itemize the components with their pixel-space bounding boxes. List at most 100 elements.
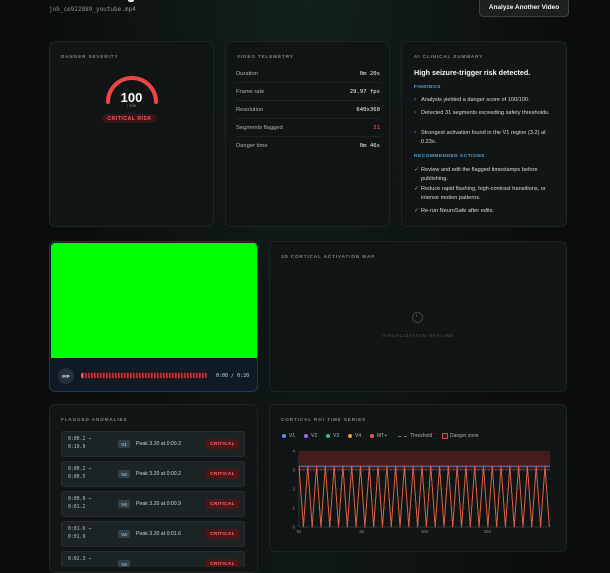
play-pause-button[interactable]: P/P xyxy=(58,368,74,384)
findings-heading: FINDINGS xyxy=(414,85,441,90)
telemetry-row-frame-rate: Frame rate 29.97 fps xyxy=(236,82,380,101)
timeline-danger-tick xyxy=(106,373,108,378)
timeline-danger-tick xyxy=(184,373,186,378)
timeline-danger-tick xyxy=(91,373,93,378)
anomaly-row[interactable]: 0:00.2 → 0:19.9 V1 Peak 3.20 at 0:00.2 C… xyxy=(61,431,245,457)
danger-severity-card: DANGER SEVERITY 100 / 100 CRITICAL RISK xyxy=(49,41,214,227)
offline-icon xyxy=(412,312,423,323)
timeline-danger-tick xyxy=(118,373,120,378)
y-tick-label: 1 xyxy=(292,506,295,511)
timeline-danger-tick xyxy=(130,373,132,378)
critical-badge: CRITICAL xyxy=(206,499,239,509)
timeline-danger-tick xyxy=(199,373,201,378)
x-tick-label: 0s xyxy=(297,529,302,534)
anomaly-roi-tag: V4 xyxy=(118,500,130,508)
timeline-danger-tick xyxy=(112,373,114,378)
check-icon: ✓ xyxy=(414,186,420,192)
roi-time-series-label: CORTICAL ROI TIME SERIES xyxy=(281,417,367,422)
timeline-danger-tick xyxy=(151,373,153,378)
legend-swatch xyxy=(398,436,407,437)
x-tick-label: 5s xyxy=(359,529,364,534)
anomaly-row[interactable]: 0:00.2 → 0:00.5 V4 Peak 3.20 at 0:00.2 C… xyxy=(61,461,245,487)
anomaly-roi-tag: V4 xyxy=(118,470,130,478)
anomaly-row[interactable]: 0:02.3 → V4 CRITICAL xyxy=(61,551,245,567)
timeline-scrubber[interactable] xyxy=(81,372,208,379)
telemetry-row-duration: Duration 0m 20s xyxy=(236,64,380,83)
video-frame[interactable] xyxy=(51,243,257,358)
critical-badge: CRITICAL xyxy=(206,529,239,539)
ai-summary-label: AI CLINICAL SUMMARY xyxy=(414,54,484,59)
legend-swatch xyxy=(326,434,330,438)
telemetry-row-danger-time: Danger time 0m 46s xyxy=(236,136,380,154)
anomaly-list[interactable]: 0:00.2 → 0:19.9 V1 Peak 3.20 at 0:00.2 C… xyxy=(61,431,247,567)
anomaly-row[interactable]: 0:00.9 → 0:01.2 V4 Peak 3.20 at 0:00.9 C… xyxy=(61,491,245,517)
check-icon: ✓ xyxy=(414,208,420,214)
legend-swatch xyxy=(304,434,308,438)
timeline-danger-tick xyxy=(85,373,87,378)
timeline-danger-tick xyxy=(124,373,126,378)
chevron-right-icon: › xyxy=(414,97,416,103)
video-telemetry-card: VIDEO TELEMETRY Duration 0m 20s Frame ra… xyxy=(225,41,390,227)
severity-max: / 100 xyxy=(127,103,136,108)
anomaly-peak: Peak 3.20 at 0:00.2 xyxy=(136,441,181,447)
telemetry-key: Danger time xyxy=(236,143,268,149)
timeline-danger-tick xyxy=(127,373,129,378)
x-tick-label: 10s xyxy=(421,529,429,534)
critical-risk-badge: CRITICAL RISK xyxy=(102,114,157,123)
telemetry-value: 0m 20s xyxy=(359,71,380,77)
cortical-activation-map-card: 3D CORTICAL ACTIVATION MAP VISUALIZATION… xyxy=(269,241,567,392)
telemetry-key: Segments flagged xyxy=(236,125,283,131)
anomaly-time-range: 0:00.2 → 0:00.5 xyxy=(68,467,92,480)
telemetry-key: Frame rate xyxy=(236,89,265,95)
timeline-danger-tick xyxy=(145,373,147,378)
timeline-danger-tick xyxy=(88,373,90,378)
telemetry-value: 0m 46s xyxy=(359,143,380,149)
flagged-anomalies-card: FLAGGED ANOMALIES 0:00.2 → 0:19.9 V1 Pea… xyxy=(49,404,258,573)
recommended-actions-heading: RECOMMENDED ACTIONS xyxy=(414,154,485,159)
timeline-danger-tick xyxy=(190,373,192,378)
y-tick-label: 4 xyxy=(292,449,295,454)
telemetry-value: 29.97 fps xyxy=(349,89,380,95)
timeline-danger-tick xyxy=(172,373,174,378)
visualization-offline-status: VISUALIZATION OFFLINE xyxy=(382,333,454,338)
timeline-danger-tick xyxy=(193,373,195,378)
cortical-roi-time-series-card: CORTICAL ROI TIME SERIES V1 V2 V3 V4 MT+… xyxy=(269,404,567,552)
timeline-danger-tick xyxy=(97,373,99,378)
roi-time-series-chart[interactable]: 0 1 2 3 4 0s 5s 10s 15s xyxy=(280,445,560,541)
timeline-danger-tick xyxy=(202,373,204,378)
chevron-right-icon: › xyxy=(414,110,416,116)
telemetry-key: Resolution xyxy=(236,107,264,113)
legend-swatch xyxy=(282,434,286,438)
timeline-danger-tick xyxy=(154,373,156,378)
anomaly-row[interactable]: 0:01.6 → 0:01.9 V4 Peak 3.20 at 0:01.6 C… xyxy=(61,521,245,547)
anomaly-peak: Peak 3.20 at 0:01.6 xyxy=(136,531,181,537)
timeline-danger-tick xyxy=(178,373,180,378)
job-id: job_ce922889_youtube.mp4 xyxy=(49,6,136,13)
timeline-playhead xyxy=(81,372,83,379)
analyze-another-video-button[interactable]: Analyze Another Video xyxy=(479,0,569,17)
timeline-danger-tick xyxy=(163,373,165,378)
telemetry-key: Duration xyxy=(236,71,258,77)
anomaly-time-range: 0:02.3 → xyxy=(68,557,92,562)
anomaly-time-range: 0:01.6 → 0:01.9 xyxy=(68,527,92,540)
telemetry-row-resolution: Resolution 640x360 xyxy=(236,100,380,119)
legend-swatch xyxy=(348,434,352,438)
critical-badge: CRITICAL xyxy=(206,469,239,479)
timeline-danger-tick xyxy=(136,373,138,378)
y-tick-label: 2 xyxy=(292,487,295,492)
timeline-danger-tick xyxy=(148,373,150,378)
timeline-danger-tick xyxy=(133,373,135,378)
legend-swatch xyxy=(442,433,448,439)
telemetry-value: 31 xyxy=(373,125,380,131)
telemetry-value: 640x360 xyxy=(356,107,380,113)
offline-icon-mark xyxy=(416,314,417,317)
anomaly-peak: Peak 3.20 at 0:00.9 xyxy=(136,501,181,507)
anomaly-roi-tag: V4 xyxy=(118,560,130,567)
timeline-danger-tick xyxy=(205,373,207,378)
video-telemetry-label: VIDEO TELEMETRY xyxy=(237,54,294,59)
timeline-danger-tick xyxy=(142,373,144,378)
video-player-card: P/P 0:00 / 0:20 xyxy=(49,241,258,392)
timeline-danger-tick xyxy=(139,373,141,378)
series-line-mt xyxy=(298,465,550,528)
danger-severity-label: DANGER SEVERITY xyxy=(61,54,119,59)
